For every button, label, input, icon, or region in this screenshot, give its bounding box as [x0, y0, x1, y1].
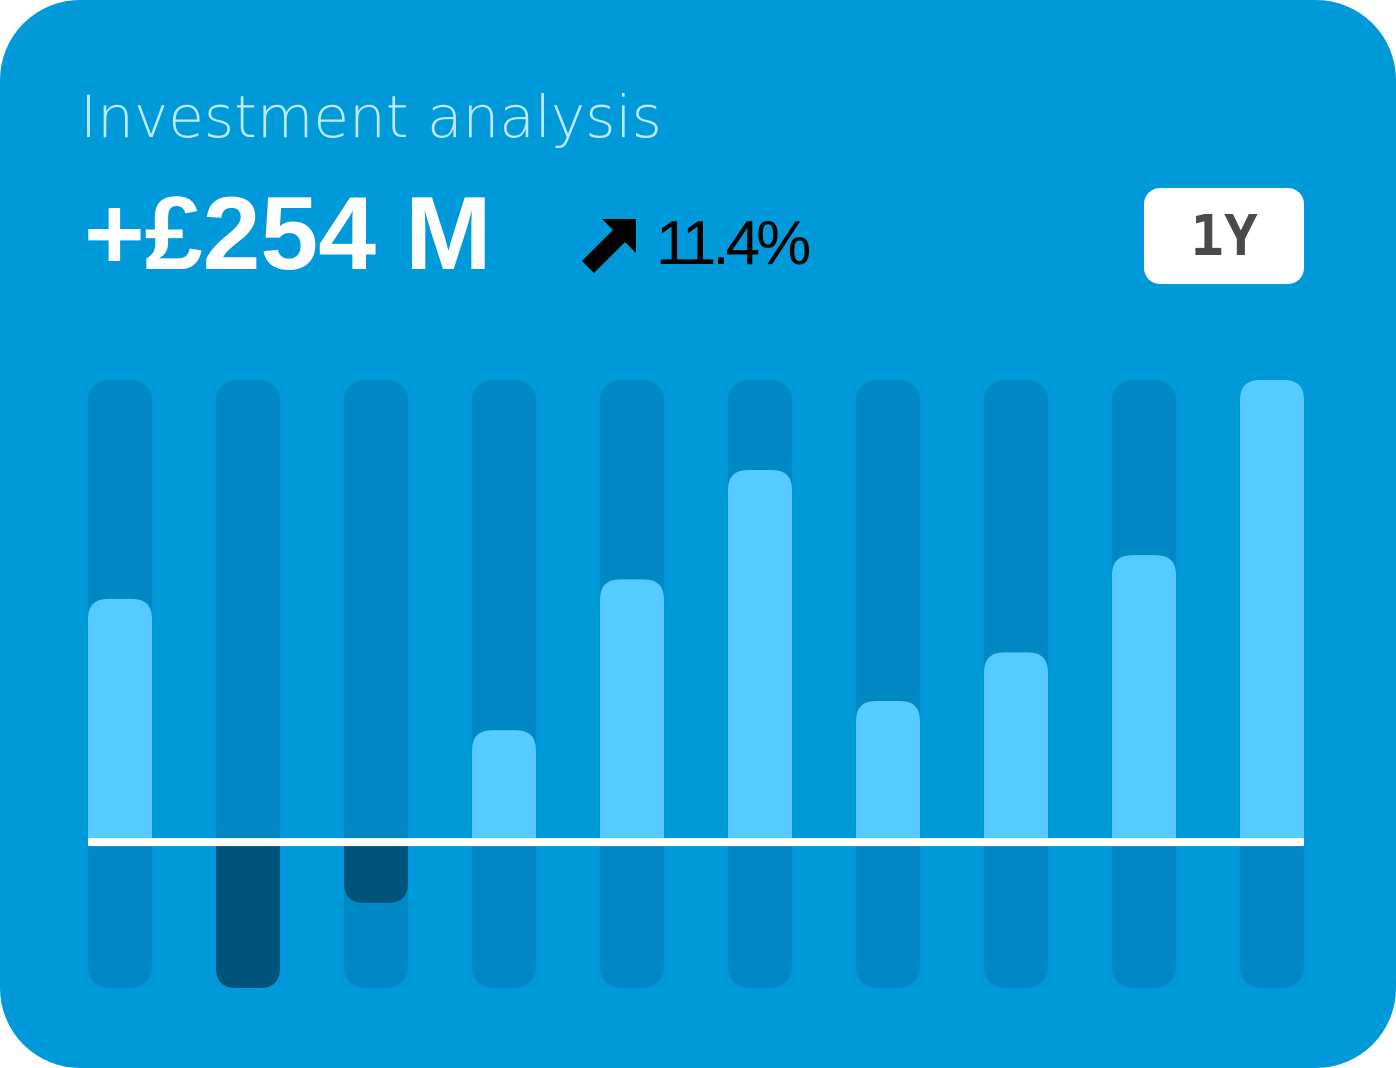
bar-negative [216, 842, 280, 988]
bar-track [856, 380, 920, 988]
bar-track [472, 380, 536, 988]
bar-positive [472, 730, 536, 843]
bar-positive [1112, 555, 1176, 843]
bar-negative [344, 842, 408, 903]
bar-positive [984, 652, 1048, 843]
bar-positive [1240, 380, 1304, 843]
bar-positive [728, 469, 792, 843]
bar-positive [600, 579, 664, 843]
chart-baseline [88, 838, 1304, 847]
investment-analysis-card: Investment analysis +£254 M 11.4% 1Y [0, 0, 1396, 1068]
bar-positive [88, 598, 152, 843]
bar-chart [88, 380, 1304, 988]
bar-positive [856, 701, 920, 843]
